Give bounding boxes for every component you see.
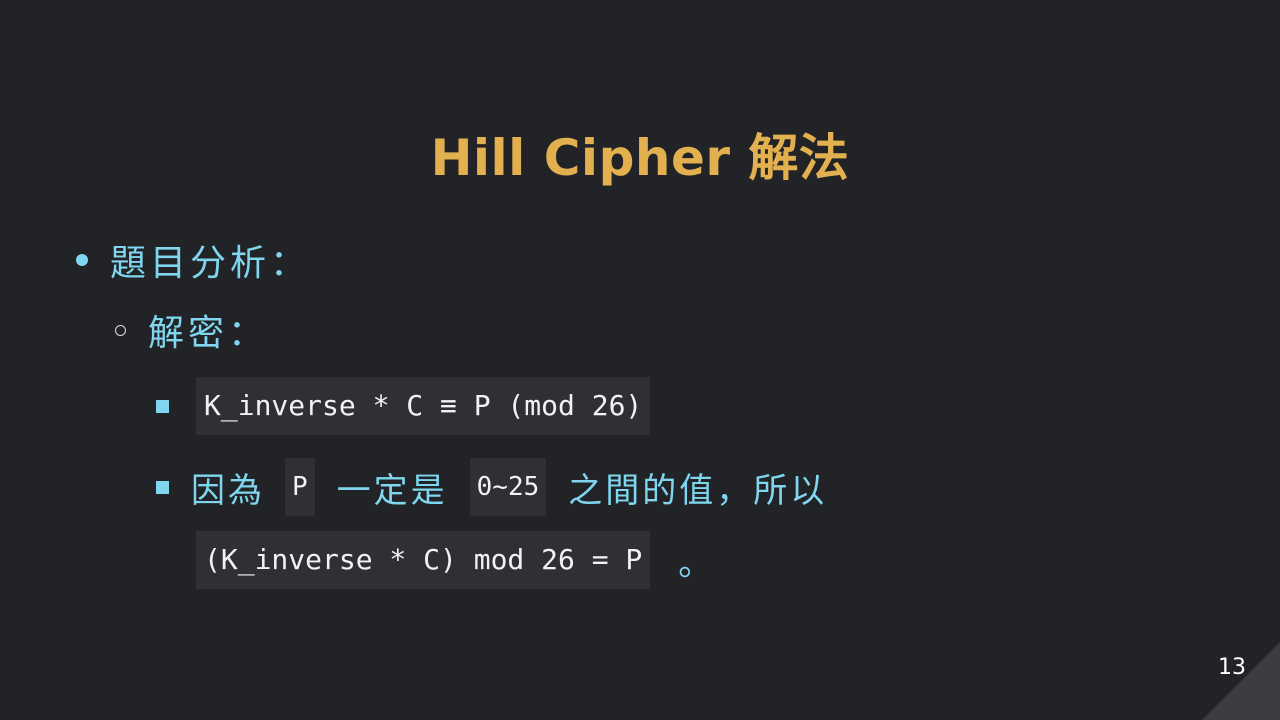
bullet-level-1: 題目分析： xyxy=(76,234,310,286)
code-formula-mod: (K_inverse * C) mod 26 = P xyxy=(196,531,651,589)
bullet-level-2: 解密： xyxy=(115,304,268,356)
bullet-dot-icon xyxy=(76,254,88,266)
bullet-square-icon xyxy=(156,480,169,494)
page-number: 13 xyxy=(1218,655,1246,680)
bullet-text-analysis: 題目分析： xyxy=(110,243,311,284)
explanation-text-because: 因為 xyxy=(191,470,265,511)
bullet-square-icon xyxy=(156,399,169,413)
corner-decoration xyxy=(1202,642,1280,720)
bullet-circle-icon xyxy=(115,324,126,336)
code-p: P xyxy=(285,458,315,516)
bullet-level-3-explanation: 因為 P 一定是 0~25 之間的值，所以 xyxy=(156,458,827,516)
slide: Hill Cipher 解法 題目分析： 解密： K_inverse * C ≡… xyxy=(0,0,1280,720)
explanation-text-must-be: 一定是 xyxy=(336,470,448,511)
bullet-text-decrypt: 解密： xyxy=(148,313,269,354)
explanation-period: 。 xyxy=(678,543,716,584)
code-formula-inverse: K_inverse * C ≡ P (mod 26) xyxy=(196,377,651,435)
bullet-level-3-formula: K_inverse * C ≡ P (mod 26) xyxy=(156,377,651,435)
explanation-text-between: 之間的值，所以 xyxy=(568,470,828,511)
explanation-continuation: (K_inverse * C) mod 26 = P 。 xyxy=(196,531,715,589)
slide-title: Hill Cipher 解法 xyxy=(430,129,850,187)
code-range: 0~25 xyxy=(469,458,547,516)
